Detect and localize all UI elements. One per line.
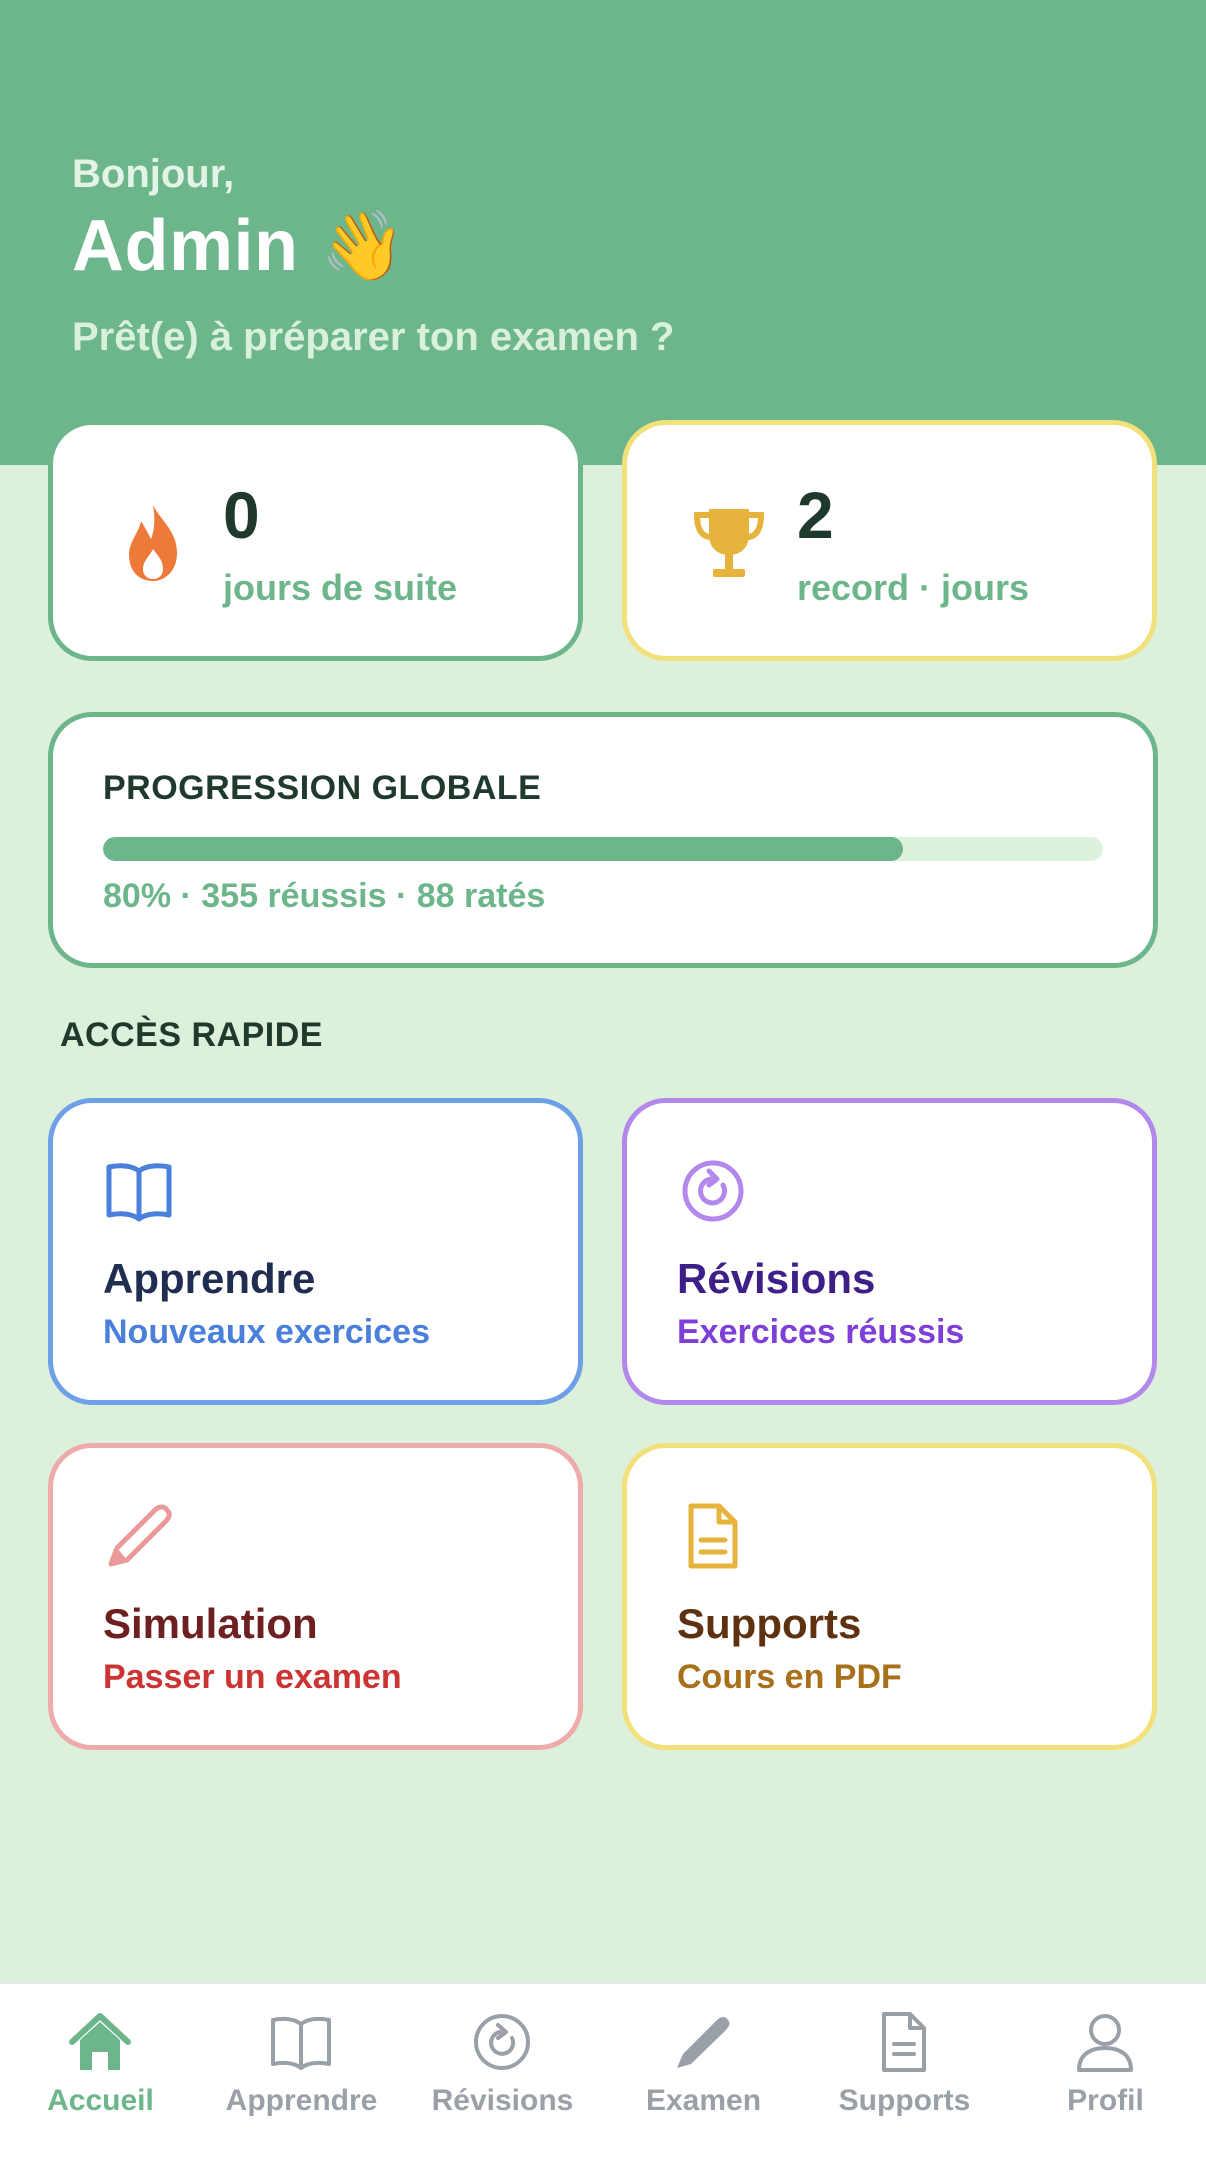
document-icon	[688, 1503, 738, 1569]
greeting: Bonjour,	[72, 152, 235, 196]
quick-card-apprendre[interactable]: Apprendre Nouveaux exercices	[48, 1098, 583, 1405]
record-card[interactable]: 2 record · jours	[622, 420, 1157, 661]
book-icon	[271, 2016, 331, 2070]
nav-label: Révisions	[431, 2084, 574, 2117]
username: Admin	[72, 206, 299, 286]
pencil-icon	[108, 1504, 172, 1567]
nav-item-revisions[interactable]: Révisions	[402, 1984, 603, 2158]
quick-card-revisions[interactable]: Révisions Exercices réussis	[622, 1098, 1157, 1405]
nav-item-apprendre[interactable]: Apprendre	[201, 1984, 402, 2158]
streak-card[interactable]: 0 jours de suite	[48, 420, 583, 661]
nav-item-examen[interactable]: Examen	[603, 1984, 804, 2158]
trophy-icon	[693, 509, 765, 577]
header: Bonjour, Admin 👋 Prêt(e) à préparer ton …	[0, 0, 1206, 465]
quick-card-title: Apprendre	[103, 1255, 316, 1302]
quick-card-supports[interactable]: Supports Cours en PDF	[622, 1443, 1157, 1750]
quick-card-title: Supports	[677, 1600, 862, 1647]
nav-label: Apprendre	[225, 2084, 378, 2117]
header-subtitle: Prêt(e) à préparer ton examen ?	[72, 315, 675, 359]
record-value: 2	[797, 478, 834, 552]
refresh-icon	[682, 1160, 744, 1222]
nav-label: Supports	[838, 2084, 971, 2117]
progress-title: PROGRESSION GLOBALE	[103, 769, 542, 807]
streak-label: jours de suite	[223, 567, 458, 608]
pencil-icon	[677, 2017, 730, 2068]
quick-access-title: ACCÈS RAPIDE	[60, 1016, 323, 1054]
progress-card: PROGRESSION GLOBALE 80% · 355 réussis · …	[48, 712, 1158, 968]
wave-emoji: 👋	[320, 208, 406, 284]
nav-item-profil[interactable]: Profil	[1005, 1984, 1206, 2158]
username-row: Admin 👋	[72, 205, 405, 287]
streak-value: 0	[223, 478, 260, 552]
quick-card-title: Révisions	[677, 1255, 876, 1302]
bottom-nav: Accueil Apprendre Révisions Examen Suppo…	[0, 1982, 1206, 2158]
nav-label: Examen	[645, 2084, 762, 2117]
quick-card-subtitle: Exercices réussis	[677, 1313, 965, 1351]
refresh-icon	[474, 2014, 530, 2070]
document-icon	[882, 2012, 926, 2072]
quick-card-subtitle: Nouveaux exercices	[103, 1313, 430, 1351]
nav-label: Profil	[1067, 2084, 1144, 2117]
record-label: record · jours	[797, 567, 1030, 608]
quick-card-subtitle: Cours en PDF	[677, 1658, 902, 1696]
quick-card-title: Simulation	[103, 1600, 318, 1647]
quick-card-subtitle: Passer un examen	[103, 1658, 402, 1696]
progress-fill	[103, 837, 903, 861]
book-icon	[106, 1163, 172, 1222]
nav-item-accueil[interactable]: Accueil	[0, 1984, 201, 2158]
quick-card-simulation[interactable]: Simulation Passer un examen	[48, 1443, 583, 1750]
home-screen: Bonjour, Admin 👋 Prêt(e) à préparer ton …	[0, 0, 1206, 2158]
flame-icon	[129, 505, 177, 581]
nav-label: Accueil	[47, 2084, 154, 2117]
nav-item-supports[interactable]: Supports	[804, 1984, 1005, 2158]
progress-bar	[103, 837, 1103, 861]
user-icon	[1077, 2014, 1133, 2072]
home-icon	[69, 2013, 131, 2070]
progress-summary: 80% · 355 réussis · 88 ratés	[103, 877, 546, 915]
